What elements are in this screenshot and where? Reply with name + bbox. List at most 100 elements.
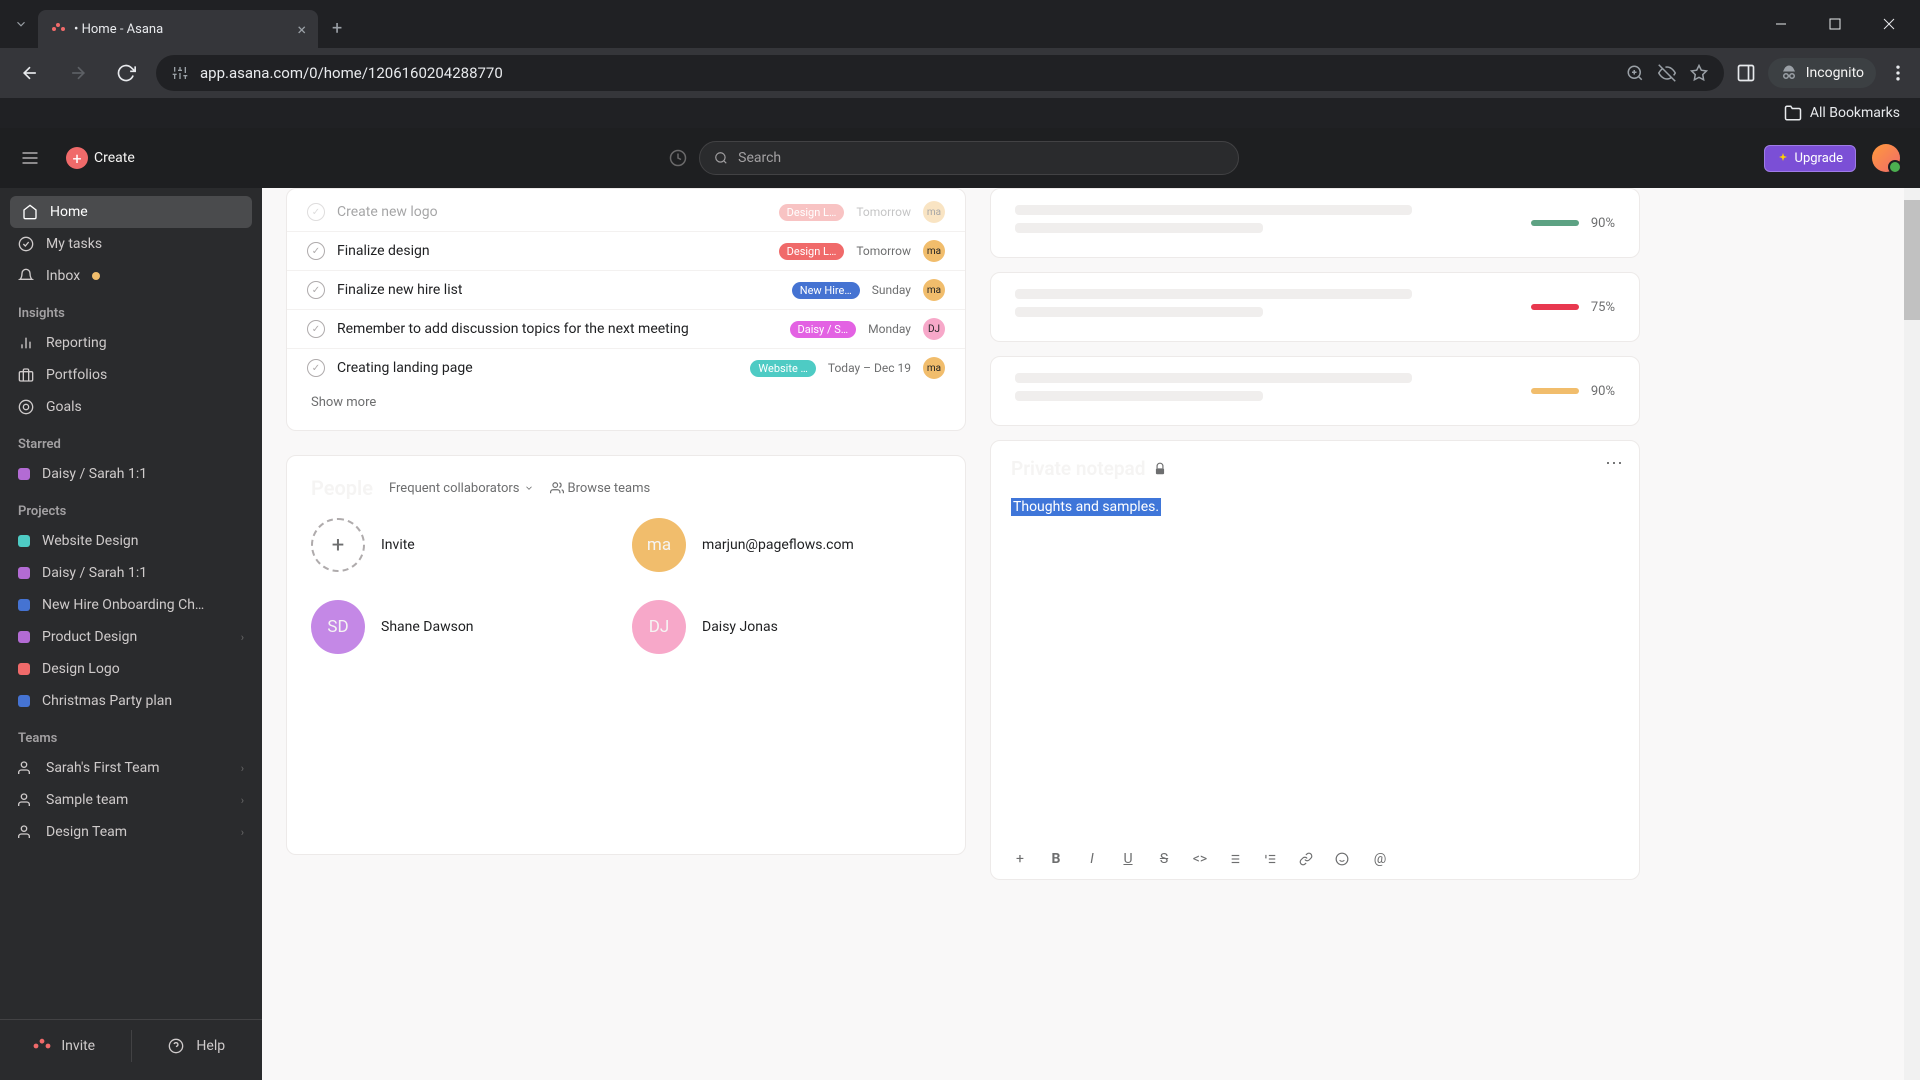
task-project-tag[interactable]: Daisy / S…: [790, 321, 857, 338]
sidebar-item-home[interactable]: Home: [10, 196, 252, 228]
person-item[interactable]: mamarjun@pageflows.com: [632, 518, 941, 572]
maximize-icon[interactable]: [1812, 8, 1858, 40]
upgrade-button[interactable]: Upgrade: [1764, 145, 1856, 172]
sidebar-item-project[interactable]: Product Design›: [0, 621, 262, 653]
sidebar-item-inbox[interactable]: Inbox: [0, 260, 262, 292]
task-assignee-avatar[interactable]: ma: [923, 201, 945, 223]
history-icon[interactable]: [669, 149, 687, 167]
strikethrough-button[interactable]: S: [1155, 851, 1173, 867]
back-button[interactable]: [12, 55, 48, 91]
chevron-right-icon: ›: [241, 794, 244, 807]
sidebar-item-project[interactable]: Design Team›: [0, 816, 262, 848]
incognito-badge[interactable]: Incognito: [1768, 58, 1876, 88]
reload-button[interactable]: [108, 55, 144, 91]
minimize-icon[interactable]: [1758, 8, 1804, 40]
sidebar-item-reporting[interactable]: Reporting: [0, 327, 262, 359]
task-project-tag[interactable]: Design L…: [779, 204, 845, 221]
progress-card[interactable]: 90%: [990, 356, 1640, 426]
sidebar-item-project[interactable]: Christmas Party plan: [0, 685, 262, 717]
sidebar-item-project[interactable]: Daisy / Sarah 1:1: [0, 557, 262, 589]
new-tab-button[interactable]: +: [322, 12, 352, 45]
code-button[interactable]: <>: [1191, 851, 1209, 867]
menu-dots-icon[interactable]: [1888, 63, 1908, 83]
person-item[interactable]: SDShane Dawson: [311, 600, 620, 654]
browser-tab[interactable]: • Home - Asana ×: [38, 10, 318, 48]
notepad-title: Private notepad: [1011, 457, 1145, 480]
emoji-button[interactable]: [1335, 852, 1353, 866]
sidebar-item-portfolios[interactable]: Portfolios: [0, 359, 262, 391]
home-icon: [22, 204, 38, 220]
url-input[interactable]: app.asana.com/0/home/1206160204288770: [156, 55, 1724, 91]
star-icon[interactable]: [1690, 64, 1708, 82]
task-row[interactable]: Creating landing page Website … Today – …: [287, 348, 965, 387]
task-row[interactable]: Finalize new hire list New Hire… Sunday …: [287, 270, 965, 309]
folder-icon: [1784, 104, 1802, 122]
add-element-button[interactable]: +: [1011, 851, 1029, 867]
people-filter-dropdown[interactable]: Frequent collaborators: [389, 481, 534, 496]
mention-button[interactable]: @: [1371, 851, 1389, 867]
numbered-list-button[interactable]: [1263, 852, 1281, 866]
goal-icon: [18, 399, 34, 415]
italic-button[interactable]: I: [1083, 851, 1101, 867]
plus-icon: +: [66, 147, 88, 169]
forward-button[interactable]: [60, 55, 96, 91]
all-bookmarks-link[interactable]: All Bookmarks: [1810, 105, 1900, 121]
task-assignee-avatar[interactable]: ma: [923, 240, 945, 262]
close-window-icon[interactable]: [1866, 8, 1912, 40]
task-row[interactable]: Create new logo Design L… Tomorrow ma: [287, 193, 965, 231]
notepad-menu-icon[interactable]: ⋯: [1605, 453, 1625, 474]
zoom-icon[interactable]: [1626, 64, 1644, 82]
tab-close-icon[interactable]: ×: [297, 20, 306, 39]
task-assignee-avatar[interactable]: ma: [923, 357, 945, 379]
site-settings-icon[interactable]: [172, 65, 188, 81]
sidebar-item-project[interactable]: Sample team›: [0, 784, 262, 816]
task-row[interactable]: Finalize design Design L… Tomorrow ma: [287, 231, 965, 270]
sidebar-invite-button[interactable]: Invite: [0, 1030, 132, 1062]
browse-teams-button[interactable]: Browse teams: [550, 481, 651, 496]
task-project-tag[interactable]: Design L…: [779, 243, 845, 260]
sidebar-item-goals[interactable]: Goals: [0, 391, 262, 423]
profile-avatar[interactable]: [1872, 144, 1900, 172]
task-project-tag[interactable]: New Hire…: [792, 282, 860, 299]
tabs-dropdown-icon[interactable]: [8, 11, 34, 37]
task-project-tag[interactable]: Website …: [750, 360, 815, 377]
side-panel-icon[interactable]: [1736, 63, 1756, 83]
chevron-right-icon: ›: [241, 762, 244, 775]
underline-button[interactable]: U: [1119, 851, 1137, 867]
task-assignee-avatar[interactable]: ma: [923, 279, 945, 301]
sidebar-item-project[interactable]: Daisy / Sarah 1:1: [0, 458, 262, 490]
sidebar-item-project[interactable]: Website Design: [0, 525, 262, 557]
reporting-icon: [18, 335, 34, 351]
sidebar-item-my-tasks[interactable]: My tasks: [0, 228, 262, 260]
team-icon: [18, 792, 34, 808]
bullet-list-button[interactable]: [1227, 852, 1245, 866]
invite-person-button[interactable]: +Invite: [311, 518, 620, 572]
search-input[interactable]: Search: [699, 141, 1239, 175]
hamburger-icon[interactable]: [20, 148, 40, 168]
sidebar-help-button[interactable]: Help: [132, 1030, 263, 1062]
task-complete-checkbox[interactable]: [307, 320, 325, 338]
task-row[interactable]: Remember to add discussion topics for th…: [287, 309, 965, 348]
task-complete-checkbox[interactable]: [307, 203, 325, 221]
progress-card[interactable]: 90%: [990, 188, 1640, 258]
bold-button[interactable]: B: [1047, 851, 1065, 867]
notepad-textarea[interactable]: Thoughts and samples.: [1011, 496, 1619, 841]
sidebar-item-project[interactable]: New Hire Onboarding Ch…: [0, 589, 262, 621]
task-complete-checkbox[interactable]: [307, 359, 325, 377]
sidebar-item-project[interactable]: Design Logo: [0, 653, 262, 685]
task-assignee-avatar[interactable]: DJ: [923, 318, 945, 340]
link-button[interactable]: [1299, 852, 1317, 866]
sidebar-item-project[interactable]: Sarah's First Team›: [0, 752, 262, 784]
show-more-button[interactable]: Show more: [287, 387, 965, 418]
chevron-right-icon: ›: [241, 631, 244, 644]
plus-icon: +: [311, 518, 365, 572]
eye-off-icon[interactable]: [1658, 64, 1676, 82]
asana-favicon-icon: [50, 21, 66, 37]
scrollbar[interactable]: [1904, 188, 1920, 1080]
person-item[interactable]: DJDaisy Jonas: [632, 600, 941, 654]
task-complete-checkbox[interactable]: [307, 242, 325, 260]
scrollbar-thumb[interactable]: [1904, 200, 1920, 320]
task-complete-checkbox[interactable]: [307, 281, 325, 299]
create-button[interactable]: + Create: [56, 141, 145, 175]
progress-card[interactable]: 75%: [990, 272, 1640, 342]
